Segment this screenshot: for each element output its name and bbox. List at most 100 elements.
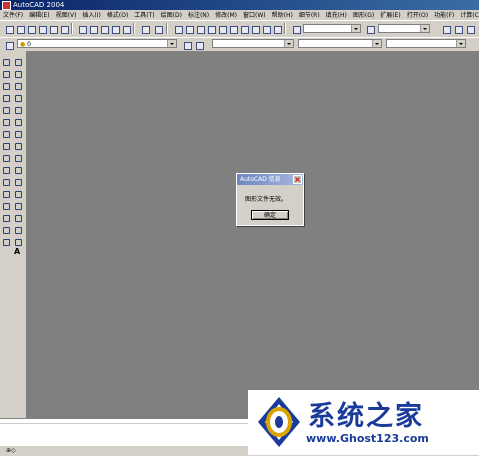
chevron-down-icon <box>351 25 360 32</box>
menu-item-insert[interactable]: 插入(I) <box>79 11 103 20</box>
erase-icon[interactable] <box>1 57 11 67</box>
multiline-text-tool[interactable]: A <box>14 247 20 256</box>
dim-style-combo[interactable] <box>378 24 430 33</box>
menu-bar: 文件(F) 编辑(E) 视图(V) 插入(I) 格式(O) 工具(T) 绘图(D) 标注(N)… <box>0 10 479 20</box>
revision-cloud-icon[interactable] <box>13 141 23 151</box>
rectangle-icon[interactable] <box>13 105 23 115</box>
construction-line-icon[interactable] <box>13 69 23 79</box>
hatch-icon[interactable] <box>13 225 23 235</box>
linetype-combo[interactable] <box>298 39 382 48</box>
polygon-icon[interactable] <box>13 93 23 103</box>
layer-manager-icon[interactable] <box>3 39 15 51</box>
text-style-icon[interactable] <box>290 23 302 35</box>
layer-previous-icon[interactable] <box>193 39 205 51</box>
mirror-icon[interactable] <box>1 81 11 91</box>
drawing-area[interactable] <box>27 51 479 418</box>
menu-item-extra-3[interactable]: 图形(G) <box>350 11 377 20</box>
arc-icon[interactable] <box>13 117 23 127</box>
toolbar-separator <box>284 23 286 34</box>
window-title: AutoCAD 2004 <box>13 1 65 9</box>
menu-item-modify[interactable]: 修改(M) <box>212 11 240 20</box>
color-combo[interactable] <box>212 39 294 48</box>
fillet-icon[interactable] <box>1 225 11 235</box>
dialog-title: AutoCAD 信息 <box>240 176 281 183</box>
chevron-down-icon <box>420 25 429 32</box>
chamfer-icon[interactable] <box>1 213 11 223</box>
make-block-icon[interactable] <box>13 201 23 211</box>
break-icon[interactable] <box>1 189 11 199</box>
menu-item-format[interactable]: 格式(O) <box>104 11 131 20</box>
rotate-icon[interactable] <box>1 129 11 139</box>
chevron-down-icon <box>456 40 465 47</box>
toolbar-extra-icon[interactable] <box>440 23 452 35</box>
copy-object-icon[interactable] <box>1 69 11 79</box>
publish-icon[interactable] <box>58 23 70 35</box>
menu-item-draw[interactable]: 绘图(D) <box>158 11 185 20</box>
spline-icon[interactable] <box>13 153 23 163</box>
lineweight-combo[interactable] <box>386 39 466 48</box>
insert-block-icon[interactable] <box>13 189 23 199</box>
logo-emblem-icon <box>258 397 300 447</box>
logo-text: 系统之家 <box>308 401 424 432</box>
draw-modify-toolbar: A <box>0 51 27 418</box>
toolbar-separator <box>71 23 73 34</box>
line-icon[interactable] <box>13 57 23 67</box>
toolbar-extra-icon[interactable] <box>452 23 464 35</box>
chevron-down-icon <box>167 40 176 47</box>
layer-combo[interactable]: ● 0 <box>17 39 177 48</box>
stretch-icon[interactable] <box>1 153 11 163</box>
extend-icon[interactable] <box>1 177 11 187</box>
menu-item-extra-4[interactable]: 扩展(E) <box>377 11 403 20</box>
polyline-icon[interactable] <box>13 81 23 91</box>
bulb-icon: ● <box>20 41 26 48</box>
menu-item-tools[interactable]: 工具(T) <box>131 11 157 20</box>
watermark-logo: 系统之家 www.Ghost123.com <box>248 390 479 455</box>
table-icon[interactable] <box>13 237 23 247</box>
join-icon[interactable] <box>1 201 11 211</box>
ellipse-icon[interactable] <box>13 165 23 175</box>
menu-item-extra-1[interactable]: 细节(R) <box>296 11 323 20</box>
layer-name: 0 <box>27 41 31 48</box>
ok-button[interactable]: 确定 <box>251 210 289 220</box>
status-bar-icon: ⊕◇ <box>6 447 16 454</box>
menu-item-extra-5[interactable]: 打开(O) <box>404 11 431 20</box>
circle-icon[interactable] <box>13 129 23 139</box>
trim-icon[interactable] <box>1 165 11 175</box>
redo-icon[interactable] <box>152 23 164 35</box>
close-icon[interactable]: × <box>293 175 302 184</box>
dialog-message: 图形文件无效。 <box>245 196 288 203</box>
chevron-down-icon <box>372 40 381 47</box>
command-line-divider <box>0 423 248 424</box>
ellipse-arc-icon[interactable] <box>13 177 23 187</box>
menu-item-extra-2[interactable]: 填充(H) <box>323 11 350 20</box>
menu-item-edit[interactable]: 编辑(E) <box>26 11 52 20</box>
toolbar-extra-icon[interactable] <box>464 23 476 35</box>
title-bar: AutoCAD 2004 <box>0 0 479 10</box>
dialog-title-bar: AutoCAD 信息 × <box>237 174 303 185</box>
undo-icon[interactable] <box>139 23 151 35</box>
explode-icon[interactable] <box>1 237 11 247</box>
scale-icon[interactable] <box>1 141 11 151</box>
make-current-layer-icon[interactable] <box>181 39 193 51</box>
standard-toolbar <box>0 20 479 38</box>
menu-item-dimension[interactable]: 标注(N) <box>185 11 212 20</box>
block-editor-icon[interactable] <box>120 23 132 35</box>
autocad-message-dialog: AutoCAD 信息 × 图形文件无效。 确定 <box>236 173 304 226</box>
menu-item-extra-7[interactable]: 计算(C) <box>457 11 479 20</box>
logo-url: www.Ghost123.com <box>306 432 429 445</box>
menu-item-help[interactable]: 帮助(H) <box>269 11 296 20</box>
array-icon[interactable] <box>1 105 11 115</box>
toolbar-separator <box>133 23 135 34</box>
text-style-combo[interactable] <box>303 24 361 33</box>
dim-style-icon[interactable] <box>364 23 376 35</box>
menu-item-file[interactable]: 文件(F) <box>0 11 26 20</box>
toolbar-separator <box>166 23 168 34</box>
menu-item-view[interactable]: 视图(V) <box>53 11 80 20</box>
menu-item-window[interactable]: 窗口(W) <box>240 11 269 20</box>
point-icon[interactable] <box>13 213 23 223</box>
move-icon[interactable] <box>1 117 11 127</box>
menu-item-extra-6[interactable]: 功能(F) <box>431 11 457 20</box>
offset-icon[interactable] <box>1 93 11 103</box>
layers-toolbar: ● 0 <box>0 37 479 52</box>
help-icon[interactable] <box>271 23 283 35</box>
